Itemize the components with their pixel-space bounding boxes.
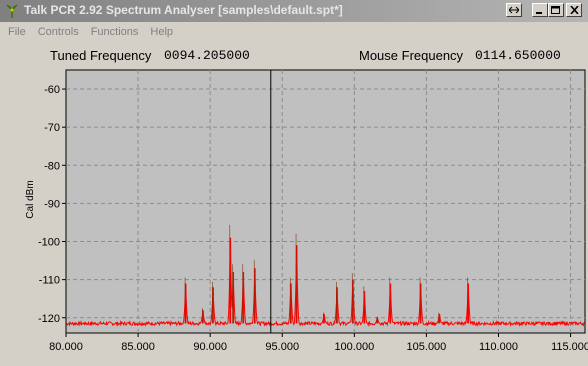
x-tick-label: 100.000 xyxy=(334,341,374,353)
x-tick-label: 85.000 xyxy=(121,341,155,353)
plot-area xyxy=(65,69,586,334)
y-tick-label: -70 xyxy=(44,122,60,134)
x-tick-label: 115.000 xyxy=(551,341,588,353)
x-tick-label: 80.000 xyxy=(49,341,83,353)
spectrum-chart[interactable]: 80.000 85.000 90.000 95.000 100.000 105.000 11… xyxy=(0,0,588,366)
y-tick-label: -60 xyxy=(44,84,60,96)
x-tick-label: 90.000 xyxy=(193,341,227,353)
x-tick-label: 95.000 xyxy=(265,341,299,353)
y-tick-label: -110 xyxy=(39,275,60,287)
y-axis-title: Cal dBm xyxy=(25,180,36,218)
y-tick-label: -80 xyxy=(44,160,60,172)
y-tick-label: -100 xyxy=(38,237,60,249)
y-tick-label: -120 xyxy=(38,313,60,325)
y-tick-label: -90 xyxy=(44,198,60,210)
x-tick-label: 105.000 xyxy=(407,341,447,353)
x-tick-label: 110.000 xyxy=(479,341,518,353)
